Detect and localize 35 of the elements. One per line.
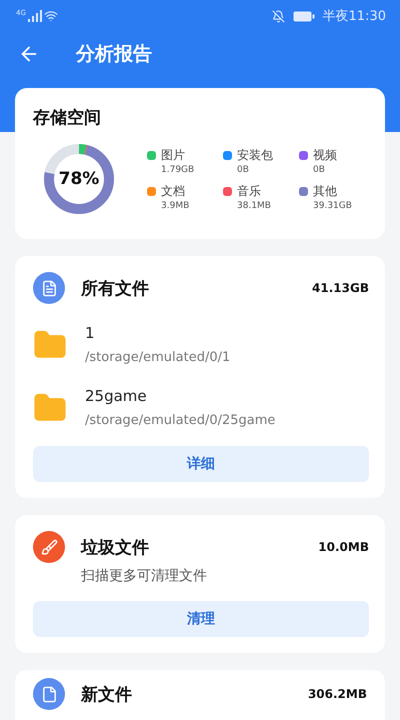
signal-icon <box>28 10 42 22</box>
folder-item[interactable]: 1 /storage/emulated/0/1 <box>33 324 369 365</box>
clean-button[interactable]: 清理 <box>33 601 369 637</box>
legend-label: 音乐 <box>237 183 261 200</box>
legend-size: 3.9MB <box>161 201 190 211</box>
battery-icon <box>292 10 315 22</box>
card-title: 所有文件 <box>81 278 149 300</box>
broom-icon <box>33 531 65 563</box>
legend-label: 图片 <box>161 147 185 164</box>
document-icon <box>33 272 65 304</box>
card-title: 新文件 <box>81 684 132 706</box>
legend-size: 39.31GB <box>313 201 353 211</box>
size-label: 10.0MB <box>318 540 369 554</box>
usage-percent: 78% <box>58 169 100 189</box>
card-subtitle: 扫描更多可清理文件 <box>81 567 208 585</box>
bell-off-icon <box>272 10 285 22</box>
details-button[interactable]: 详细 <box>33 446 369 482</box>
legend-label: 文档 <box>161 183 185 200</box>
status-time: 半夜11:30 <box>322 8 386 25</box>
legend-size: 0B <box>237 165 250 175</box>
file-icon <box>33 678 65 710</box>
donut-chart <box>43 143 115 215</box>
card-title: 垃圾文件 <box>81 536 149 558</box>
legend-size: 1.79GB <box>161 165 196 175</box>
storage-title: 存储空间 <box>33 108 101 128</box>
size-label: 41.13GB <box>312 281 369 295</box>
page-title: 分析报告 <box>76 42 152 67</box>
legend-label: 安装包 <box>237 147 273 164</box>
legend-size: 0B <box>313 165 326 175</box>
legend-size: 38.1MB <box>237 201 272 211</box>
wifi-icon <box>44 9 58 23</box>
size-label: 306.2MB <box>308 687 367 701</box>
legend-label: 其他 <box>313 183 337 200</box>
folder-item[interactable]: 25game /storage/emulated/0/25game <box>33 387 369 428</box>
legend-label: 视频 <box>313 147 337 164</box>
